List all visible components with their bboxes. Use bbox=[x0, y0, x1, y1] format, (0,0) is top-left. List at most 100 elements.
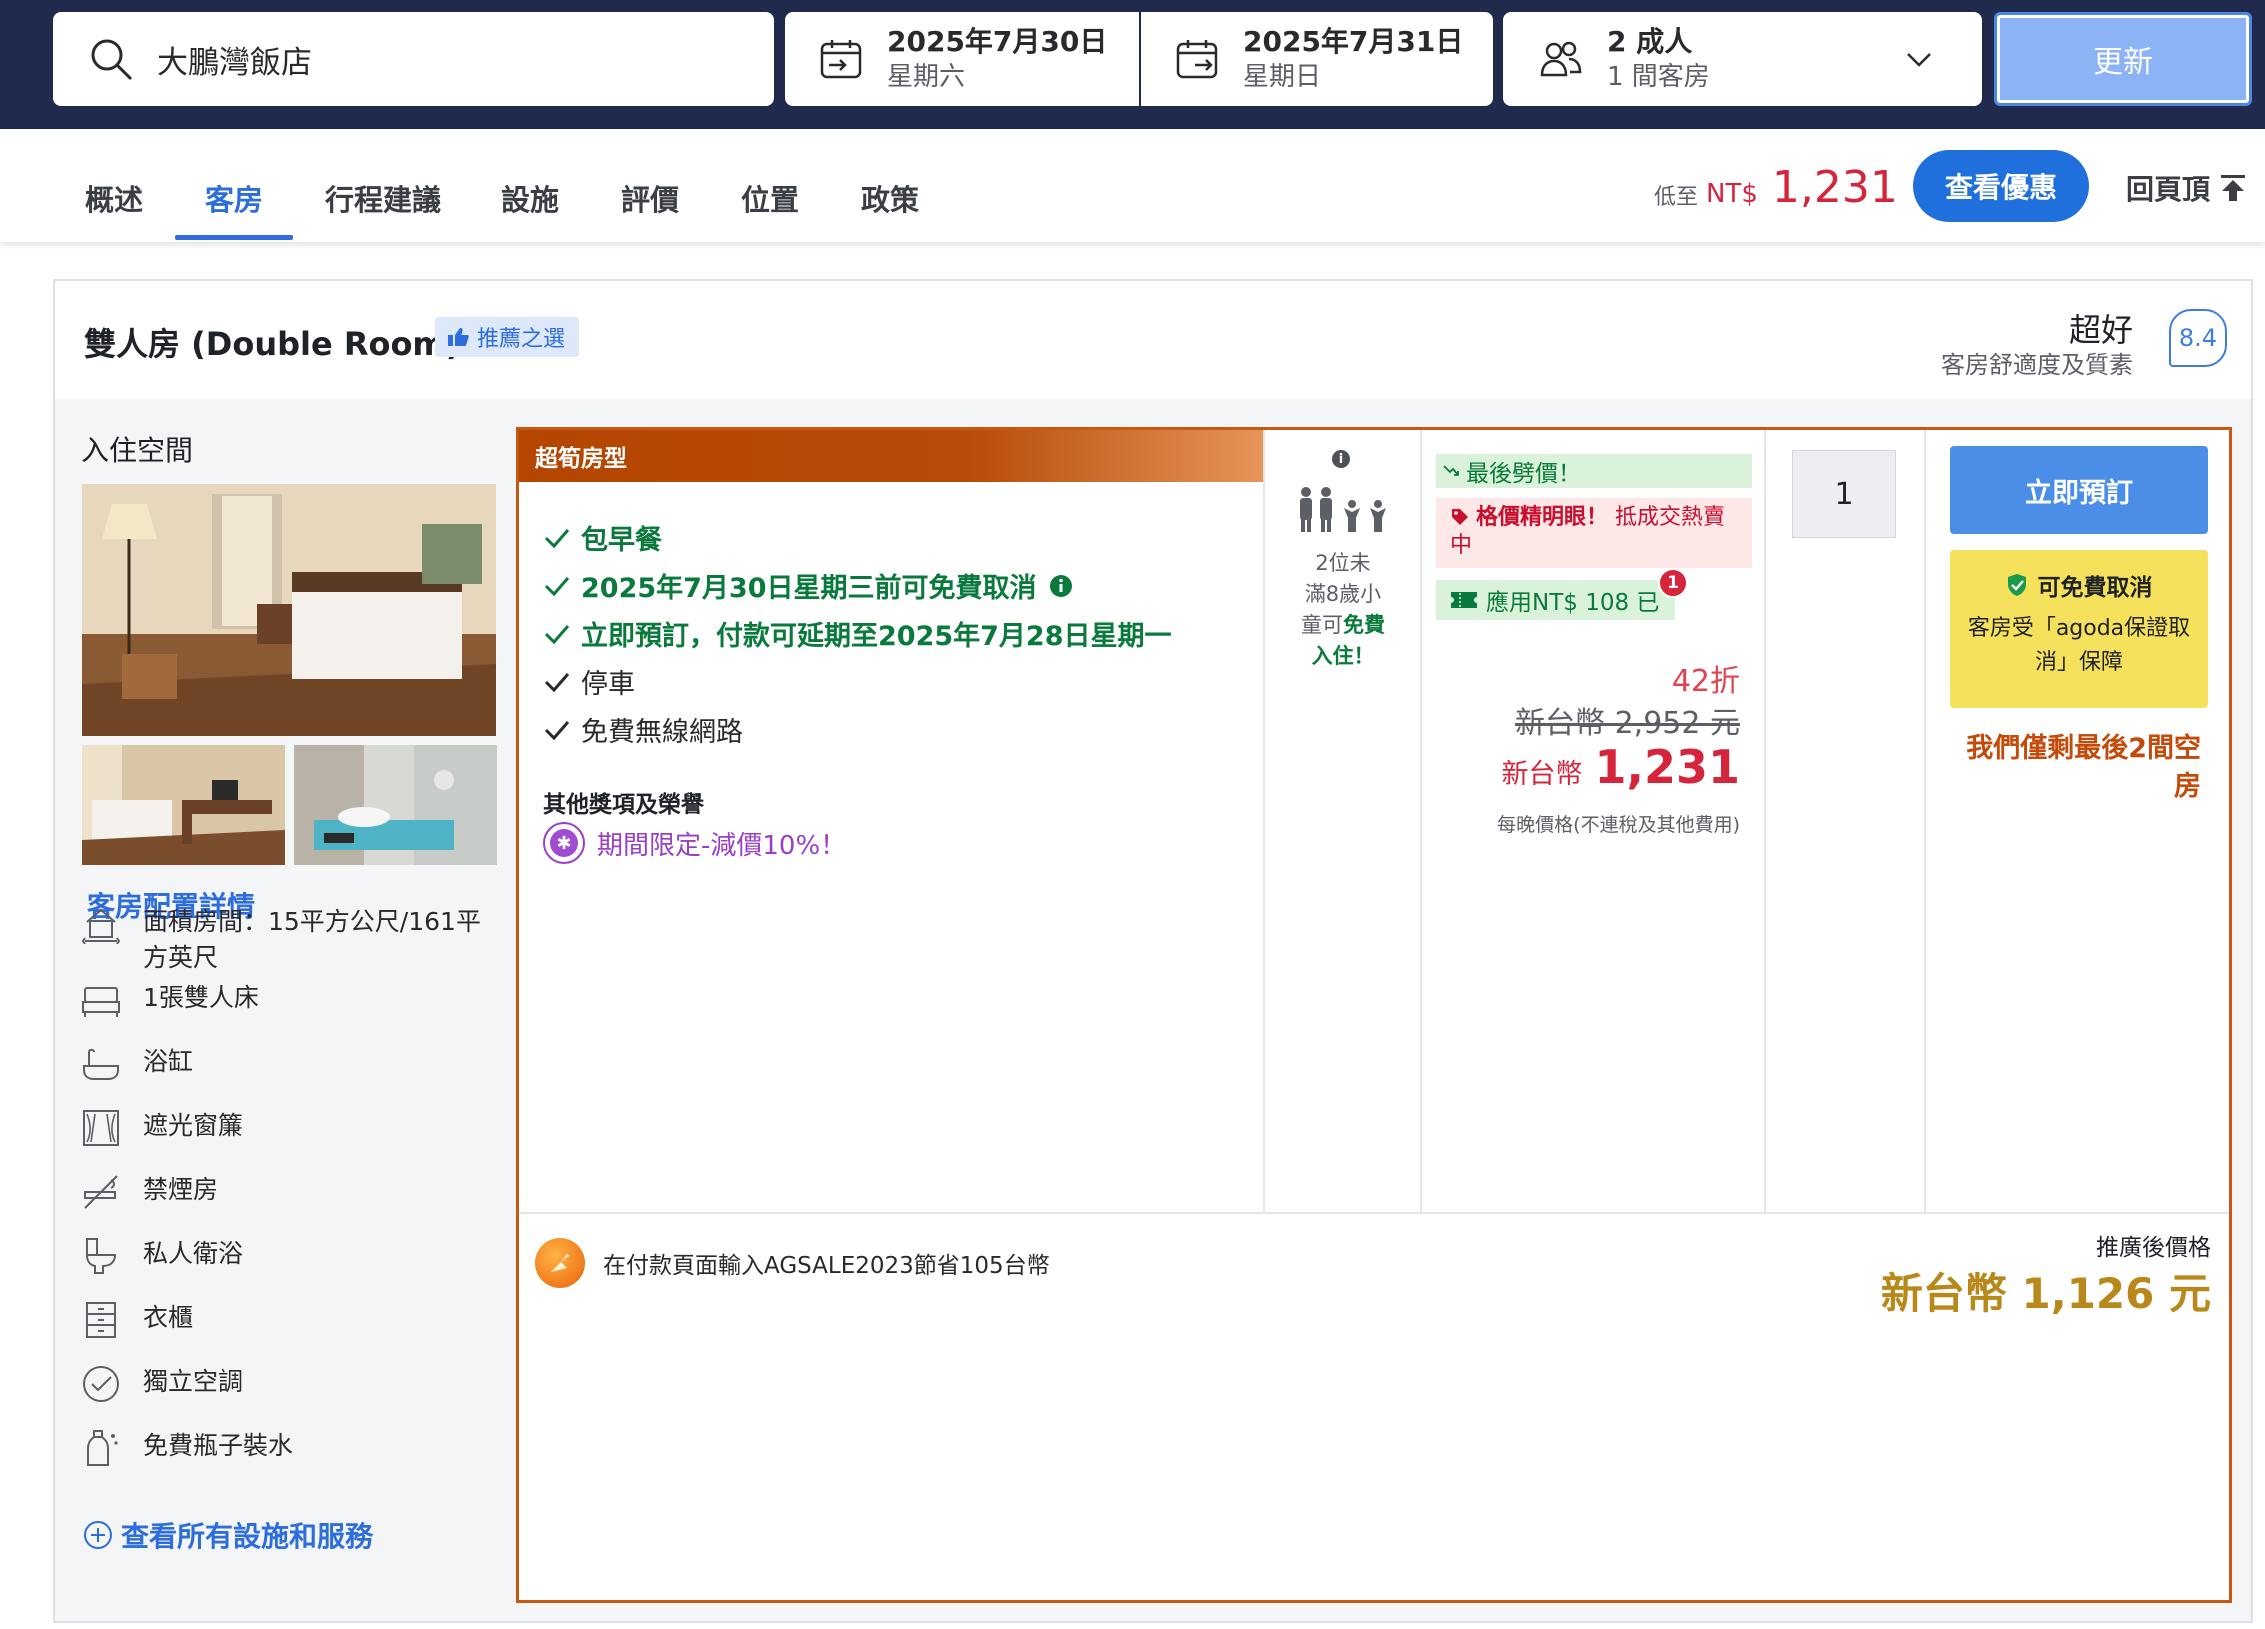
rooms-left-notice: 我們僅剩最後2間空房 bbox=[1966, 733, 2201, 802]
check-icon bbox=[544, 576, 570, 596]
aircon-icon bbox=[83, 1366, 119, 1402]
facility-item: 1張雙人床 bbox=[81, 980, 501, 1020]
family-icon bbox=[1300, 487, 1386, 532]
facility-item: 私人衛浴 bbox=[81, 1236, 501, 1276]
facility-item: 免費瓶子裝水 bbox=[81, 1428, 501, 1468]
date-range-field[interactable]: 2025年7月30日 星期六 2025年7月31日 星期日 bbox=[785, 12, 1493, 106]
child-policy-line3: 童可 bbox=[1301, 613, 1343, 637]
checkout-weekday: 星期日 bbox=[1243, 62, 1322, 92]
checkin-date: 2025年7月30日 bbox=[887, 25, 1108, 58]
tab-facilities[interactable]: 設施 bbox=[501, 177, 559, 219]
check-icon bbox=[544, 528, 570, 548]
column-divider bbox=[1764, 430, 1766, 1212]
room-quantity-select[interactable]: 1 bbox=[1792, 450, 1896, 538]
lowest-price-value: 1,231 bbox=[1771, 162, 1898, 213]
tab-rooms[interactable]: 客房 bbox=[205, 177, 263, 219]
see-all-facilities-link[interactable]: 查看所有設施和服務 bbox=[83, 1515, 373, 1555]
check-icon bbox=[544, 720, 570, 740]
curtain-icon bbox=[83, 1110, 119, 1146]
occupancy-info-icon[interactable]: i bbox=[1332, 450, 1350, 468]
facility-item: 遮光窗簾 bbox=[81, 1108, 501, 1148]
info-icon[interactable] bbox=[1049, 574, 1073, 598]
column-divider bbox=[1263, 430, 1265, 1212]
original-price: 新台幣 2,952 元 bbox=[1515, 706, 1740, 741]
room-photo-thumb-2[interactable] bbox=[294, 745, 497, 865]
room-name: 雙人房 (Double Room) bbox=[84, 325, 461, 363]
book-now-button[interactable]: 立即預訂 bbox=[1950, 446, 2208, 534]
row-divider bbox=[519, 1212, 2229, 1214]
wardrobe-icon bbox=[86, 1302, 116, 1338]
facility-item: 禁煙房 bbox=[81, 1172, 501, 1212]
room-info-column: 入住空間 客房配置詳情 bbox=[81, 429, 501, 923]
facility-label: 獨立空調 bbox=[143, 1367, 244, 1396]
column-divider bbox=[1924, 430, 1926, 1212]
promo-code-text: 在付款頁面輸入AGSALE2023節省105台幣 bbox=[603, 1253, 1050, 1279]
ticket-icon bbox=[1451, 592, 1477, 608]
tab-policies[interactable]: 政策 bbox=[861, 177, 919, 219]
checkout-field[interactable]: 2025年7月31日 星期日 bbox=[1139, 12, 1493, 106]
benefit-label: 2025年7月30日星期三前可免費取消 bbox=[581, 573, 1037, 604]
per-night-note: 每晚價格(不連稅及其他費用) bbox=[1497, 814, 1740, 836]
child-policy-text: 2位未 滿8歲小 童可免費 入住！ bbox=[1266, 548, 1420, 672]
lowest-price-currency: NT$ bbox=[1706, 179, 1758, 209]
facility-item: 浴缸 bbox=[81, 1044, 501, 1084]
room-photo-thumb-1[interactable] bbox=[82, 745, 285, 865]
tab-itinerary[interactable]: 行程建議 bbox=[325, 177, 441, 219]
occupancy-field[interactable]: 2 成人 1 間客房 bbox=[1503, 12, 1982, 106]
facility-label: 私人衛浴 bbox=[143, 1239, 244, 1268]
benefit-wifi: 免費無線網路 bbox=[543, 710, 743, 749]
child-policy-line2: 滿8歲小 bbox=[1304, 582, 1382, 606]
checkin-field[interactable]: 2025年7月30日 星期六 bbox=[785, 12, 1139, 106]
toilet-icon bbox=[86, 1238, 117, 1274]
benefit-parking: 停車 bbox=[543, 662, 635, 701]
benefit-label: 立即預訂，付款可延期至2025年7月28日星期一 bbox=[581, 621, 1172, 652]
smart-deal-bold: 格價精明眼！ bbox=[1476, 505, 1609, 530]
room-photo-main[interactable] bbox=[82, 484, 496, 736]
thumbs-up-icon bbox=[448, 328, 469, 346]
bed-icon bbox=[82, 987, 120, 1017]
promo-code-line: 在付款頁面輸入AGSALE2023節省105台幣 bbox=[535, 1238, 1050, 1288]
back-to-top-label: 回頁頂 bbox=[2126, 173, 2211, 206]
back-to-top-link[interactable]: 回頁頂 bbox=[2126, 168, 2246, 208]
facility-label: 免費瓶子裝水 bbox=[143, 1431, 294, 1460]
rating-score[interactable]: 8.4 bbox=[2169, 309, 2227, 367]
shield-check-icon bbox=[2007, 574, 2026, 596]
coupon-ball-icon bbox=[535, 1238, 585, 1288]
guest-count: 2 成人 bbox=[1607, 25, 1693, 58]
tab-location[interactable]: 位置 bbox=[741, 177, 799, 219]
limited-time-promo: ✱ 期間限定-減價10%！ bbox=[543, 822, 846, 864]
view-deals-button[interactable]: 查看優惠 bbox=[1913, 150, 2089, 222]
recommended-badge: 推薦之選 bbox=[435, 317, 580, 357]
chevron-down-icon[interactable] bbox=[1906, 48, 1932, 70]
destination-field[interactable]: 大鵬灣飯店 bbox=[53, 12, 774, 106]
final-price-value: 1,231 bbox=[1594, 740, 1740, 794]
offer-type-label: 超筍房型 bbox=[519, 430, 1263, 482]
child-policy-line4: 入住！ bbox=[1311, 644, 1375, 668]
child-policy-line1: 2位未 bbox=[1315, 551, 1371, 575]
benefit-breakfast: 包早餐 bbox=[543, 518, 662, 557]
from-label: 低至 bbox=[1654, 185, 1699, 210]
room-card-body: 入住空間 客房配置詳情 面積房間：15平方公尺/161平方英尺 1張雙人床 浴缸… bbox=[55, 399, 2251, 1621]
rating-subtitle: 客房舒適度及質素 bbox=[1941, 351, 2133, 379]
price-tag-icon bbox=[1452, 509, 1468, 525]
promo-star-icon: ✱ bbox=[543, 822, 585, 864]
trend-down-icon bbox=[1443, 465, 1459, 476]
search-bar: 大鵬灣飯店 2025年7月30日 星期六 2025年7月31日 星期日 2 成人… bbox=[0, 0, 2265, 129]
facility-item: 獨立空調 bbox=[81, 1364, 501, 1404]
update-button[interactable]: 更新 bbox=[1994, 12, 2252, 106]
room-space-title: 入住空間 bbox=[81, 434, 194, 467]
tab-overview[interactable]: 概述 bbox=[85, 177, 143, 219]
search-icon bbox=[91, 39, 133, 81]
check-icon bbox=[544, 624, 570, 644]
other-awards-heading: 其他獎項及榮譽 bbox=[543, 792, 704, 818]
benefit-label: 停車 bbox=[581, 669, 635, 700]
final-price: 新台幣 1,231 bbox=[1501, 740, 1740, 794]
free-cancel-desc: 客房受「agoda保證取消」保障 bbox=[1967, 616, 2191, 675]
calendar-checkout-icon bbox=[1176, 40, 1218, 79]
tab-reviews[interactable]: 評價 bbox=[621, 177, 679, 219]
after-promo-price: 新台幣 1,126 元 bbox=[1880, 1269, 2211, 1318]
water-bottle-icon bbox=[87, 1430, 118, 1466]
coupon-applied-tag: 應用NT$ 108 已 bbox=[1436, 580, 1676, 620]
calendar-checkin-icon bbox=[820, 40, 862, 79]
room-card: 雙人房 (Double Room) 推薦之選 超好 客房舒適度及質素 8.4 入… bbox=[53, 279, 2253, 1623]
